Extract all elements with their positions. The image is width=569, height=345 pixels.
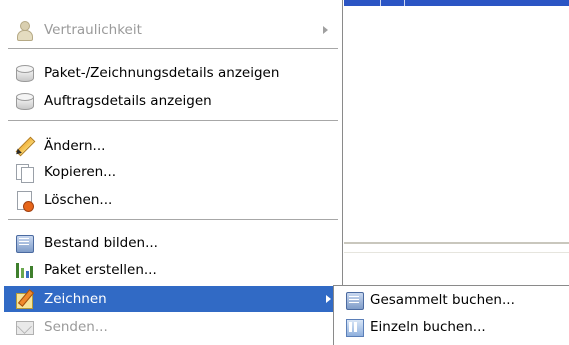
menu-item-label: Paket erstellen...	[44, 262, 157, 278]
menu-item-label: Auftragsdetails anzeigen	[44, 93, 212, 109]
menu-item-label: Ändern...	[44, 138, 106, 154]
stock-icon	[14, 233, 34, 253]
window-title-bar	[344, 0, 569, 6]
panel-divider	[344, 242, 569, 244]
menu-item-label: Paket-/Zeichnungsdetails anzeigen	[44, 65, 280, 81]
title-bar-divider	[404, 0, 405, 6]
menu-separator	[8, 219, 338, 221]
menu-item-zeichnen[interactable]: Zeichnen	[4, 286, 339, 312]
menu-item-aendern[interactable]: Ändern...	[4, 133, 339, 159]
submenu-item-einzeln-buchen[interactable]: Einzeln buchen...	[336, 314, 566, 340]
submenu-item-label: Gesammelt buchen...	[370, 292, 515, 308]
pencil-icon	[14, 136, 36, 157]
title-bar-divider	[380, 0, 381, 6]
menu-item-kopieren[interactable]: Kopieren...	[4, 159, 339, 185]
collective-booking-icon	[344, 290, 364, 310]
submenu-zeichnen: Gesammelt buchen... Einzeln buchen...	[333, 285, 569, 345]
single-booking-icon	[344, 317, 364, 337]
database-icon	[14, 91, 34, 111]
context-menu: Vertraulichkeit Paket-/Zeichnungsdetails…	[0, 0, 343, 338]
menu-item-label: Vertraulichkeit	[44, 22, 142, 38]
package-chart-icon	[14, 260, 34, 280]
menu-item-vertraulichkeit[interactable]: Vertraulichkeit	[4, 17, 339, 43]
menu-separator	[8, 48, 338, 50]
submenu-arrow-icon	[323, 26, 328, 34]
submenu-item-label: Einzeln buchen...	[370, 319, 486, 335]
menu-item-paket-details[interactable]: Paket-/Zeichnungsdetails anzeigen	[4, 60, 339, 86]
menu-separator	[8, 120, 338, 122]
menu-item-label: Senden...	[44, 319, 108, 335]
panel-divider	[344, 252, 569, 253]
menu-item-bestand-bilden[interactable]: Bestand bilden...	[4, 230, 339, 256]
delete-document-icon	[14, 190, 34, 212]
menu-item-label: Zeichnen	[44, 291, 107, 307]
menu-item-label: Bestand bilden...	[44, 235, 158, 251]
submenu-arrow-icon	[326, 295, 331, 303]
person-icon	[14, 20, 34, 41]
menu-item-label: Löschen...	[44, 192, 113, 208]
draw-icon	[14, 289, 35, 309]
menu-item-loeschen[interactable]: Löschen...	[4, 187, 339, 213]
database-icon	[14, 63, 34, 83]
menu-item-senden[interactable]: Senden...	[4, 314, 339, 340]
menu-item-auftragsdetails[interactable]: Auftragsdetails anzeigen	[4, 88, 339, 114]
submenu-item-gesammelt-buchen[interactable]: Gesammelt buchen...	[336, 287, 566, 313]
send-icon	[14, 317, 34, 337]
menu-item-label: Kopieren...	[44, 164, 117, 180]
copy-icon	[14, 162, 34, 183]
menu-item-paket-erstellen[interactable]: Paket erstellen...	[4, 257, 339, 283]
